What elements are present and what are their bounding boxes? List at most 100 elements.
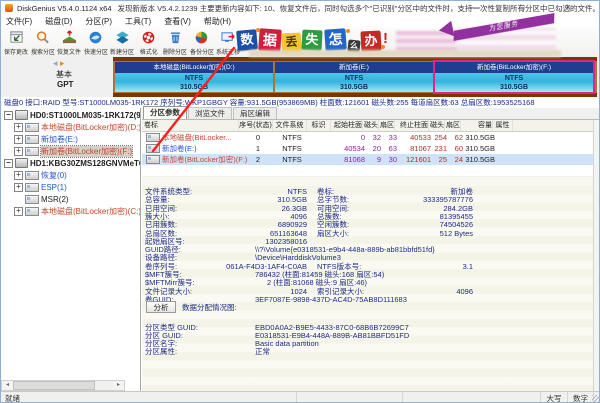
quick-partition-icon [89, 31, 102, 44]
expand-icon[interactable]: + [14, 146, 23, 156]
partition-icon [146, 155, 160, 164]
partition-block-e[interactable]: 新加卷(E:) NTFS 310.5GB [275, 62, 433, 92]
diskgenius-window: DiskGenius V5.4.0.1124 x64 发现新版本 V5.4.2.… [0, 0, 600, 403]
sidebar-item-d[interactable]: + 本地磁盘(BitLocker加密)(D:) [1, 121, 140, 133]
format-button[interactable]: 格式化 [136, 28, 163, 59]
recover-files-button[interactable]: 恢复文件 [56, 28, 83, 59]
menu-view[interactable]: 查看(V) [164, 16, 191, 27]
delete-partition-button[interactable]: 删除分区 [162, 28, 189, 59]
ad-tile: 办 [360, 30, 382, 52]
resize-grip[interactable] [592, 395, 599, 402]
col-header: 卷标 [142, 120, 239, 131]
save-changes-button[interactable]: 保存更改 [3, 28, 30, 59]
scrollbar-thumb[interactable] [13, 381, 95, 390]
col-header: 标识 [307, 120, 331, 131]
backup-partition-button[interactable]: 备份分区 [189, 28, 216, 59]
partition-block-fs: NTFS [184, 74, 204, 82]
maximize-button[interactable]: □ [513, 1, 531, 14]
tree-label: 新加卷(E:) [41, 134, 78, 144]
allocation-map-label: 数据分配情况图: [182, 303, 237, 312]
tree-label: HD1:KBG30ZMS128GNVMeTOSHIBA1 [30, 158, 140, 168]
menu-disk[interactable]: 磁盘(D) [45, 16, 72, 27]
partition-block-d[interactable]: 本地磁盘(BitLocker加密)(D:) NTFS 310.5GB [115, 62, 273, 92]
partition-icon [25, 206, 39, 216]
tree-label: 新加卷(BitLocker加密)(F:) [39, 144, 134, 158]
new-partition-button[interactable]: 新建分区 [109, 28, 136, 59]
disk-nav-right-icon[interactable]: ▸ [60, 58, 65, 68]
expand-icon[interactable]: + [14, 182, 23, 192]
col-header: 容量 [461, 120, 493, 131]
disk-bar-area: 本地磁盘(BitLocker加密)(D:) NTFS 310.5GB 新加卷(E… [1, 57, 599, 97]
close-button[interactable]: ✕ [559, 1, 577, 14]
col-header: 磁头 [364, 120, 379, 131]
sidebar-item-hd0[interactable]: − HD0:ST1000LM035-1RK172(932GB) [1, 109, 140, 121]
col-header: 属性 [493, 120, 513, 131]
tab-partition-params[interactable]: 分区参数 [143, 106, 187, 119]
col-header: 文件系统 [273, 120, 307, 131]
table-empty-row [142, 165, 593, 177]
analyze-button[interactable]: 分析 [146, 301, 176, 313]
quick-partition-button[interactable]: 快速分区 [83, 28, 110, 59]
partition-block-size: 310.5GB [339, 83, 369, 91]
detail-row: 设备路径: \Device\HarddiskVolume3 [145, 253, 341, 263]
partition-block-f-selected[interactable]: 新加卷(BitLocker加密)(F:) NTFS 310.5GB [433, 60, 595, 94]
right-panel-vscrollbar[interactable] [593, 120, 599, 391]
menu-partition[interactable]: 分区(P) [85, 16, 112, 27]
tab-sector-edit[interactable]: 扇区编辑 [233, 107, 277, 119]
col-header: 扇区 [446, 120, 461, 131]
search-partition-icon [37, 31, 50, 44]
ad-tile: 怎 [324, 28, 347, 51]
col-header: 扇区 [380, 120, 395, 131]
menu-help[interactable]: 帮助(H) [204, 16, 231, 27]
tab-browse-files[interactable]: 浏览文件 [188, 107, 232, 119]
disk-nav-left-icon[interactable]: ◂ [53, 58, 58, 68]
detail-row: 文件系统类型: NTFS 卷标: 新加卷 [145, 187, 473, 196]
partition-row-d[interactable]: 本地磁盘(BitLocker... 0 NTFS 0 32 33 40533 2… [142, 132, 593, 143]
sidebar-item-f-selected[interactable]: + 新加卷(BitLocker加密)(F:) [1, 144, 140, 158]
sidebar-item-recovery[interactable]: + 恢复(0) [1, 169, 140, 181]
collapse-icon[interactable]: − [4, 158, 13, 168]
partition-row-e[interactable]: 新加卷(E:) 1 NTFS 40534 20 63 81067 231 60 … [142, 143, 593, 154]
disk-table-type-label: GPT [57, 80, 74, 89]
detail-row: 已用空间: 26.3GB 可用空间: 284.2GB [145, 203, 473, 213]
disk-icon [15, 110, 28, 120]
detail-row: GUID路径: \\?\Volume{e0318531-e9b4-448a-889… [145, 245, 435, 255]
scroll-left-icon[interactable]: ◂ [2, 381, 13, 390]
sidebar-item-c[interactable]: + 本地磁盘(BitLocker加密)(C:) [1, 205, 140, 217]
scroll-right-icon[interactable]: ▸ [113, 381, 124, 390]
detail-row: 已用簇数: 6890929 空闲簇数: 74504526 [145, 220, 473, 230]
save-changes-icon [10, 31, 23, 43]
right-panel-tabs: 分区参数 浏览文件 扇区编辑 [142, 106, 599, 120]
sidebar-item-msr[interactable]: + MSR(2) [1, 193, 140, 205]
sidebar-item-e[interactable]: + 新加卷(E:) [1, 133, 140, 145]
partition-block-size: 310.5GB [179, 83, 209, 91]
menu-tools[interactable]: 工具(T) [125, 16, 151, 27]
expand-icon[interactable]: + [14, 122, 23, 132]
search-partition-button[interactable]: 搜索分区 [30, 28, 57, 59]
title-bar: DiskGenius V5.4.0.1124 x64 发现新版本 V5.4.2.… [1, 1, 599, 15]
tree-label: 恢复(0) [41, 170, 67, 180]
ad-tile: 数 [236, 29, 258, 51]
ad-dot [381, 45, 385, 49]
expand-icon[interactable]: + [14, 134, 23, 144]
partition-block-size: 310.5GB [499, 83, 529, 91]
sidebar-item-hd1[interactable]: − HD1:KBG30ZMS128GNVMeTOSHIBA1 [1, 157, 140, 169]
format-icon [142, 31, 155, 44]
app-title: DiskGenius V5.4.0.1124 x64 [17, 3, 112, 13]
collapse-icon[interactable]: − [4, 110, 13, 120]
partition-icon [146, 133, 160, 142]
partition-block-fs: NTFS [504, 74, 524, 82]
tree-label: ESP(1) [41, 182, 67, 192]
minimize-button[interactable]: — [467, 1, 485, 14]
partition-icon [25, 146, 39, 156]
detail-row: $MFTMirr簇号: 2 (柱面:81068 磁头:9 扇区:46) [145, 278, 368, 288]
status-caps-indicator: 大写 [546, 393, 562, 403]
menu-file[interactable]: 文件(F) [6, 16, 32, 27]
ad-dot [346, 29, 350, 33]
expand-icon[interactable]: + [14, 170, 23, 180]
expand-icon[interactable]: + [14, 206, 23, 216]
sidebar-hscrollbar[interactable]: ◂ ▸ [1, 380, 125, 391]
partition-row-f-selected[interactable]: 新加卷(BitLocker加密)(F:) 2 NTFS 81068 9 30 1… [142, 154, 593, 165]
disk-bar-frame: 本地磁盘(BitLocker加密)(D:) NTFS 310.5GB 新加卷(E… [113, 57, 597, 97]
sidebar-item-esp[interactable]: + ESP(1) [1, 181, 140, 193]
